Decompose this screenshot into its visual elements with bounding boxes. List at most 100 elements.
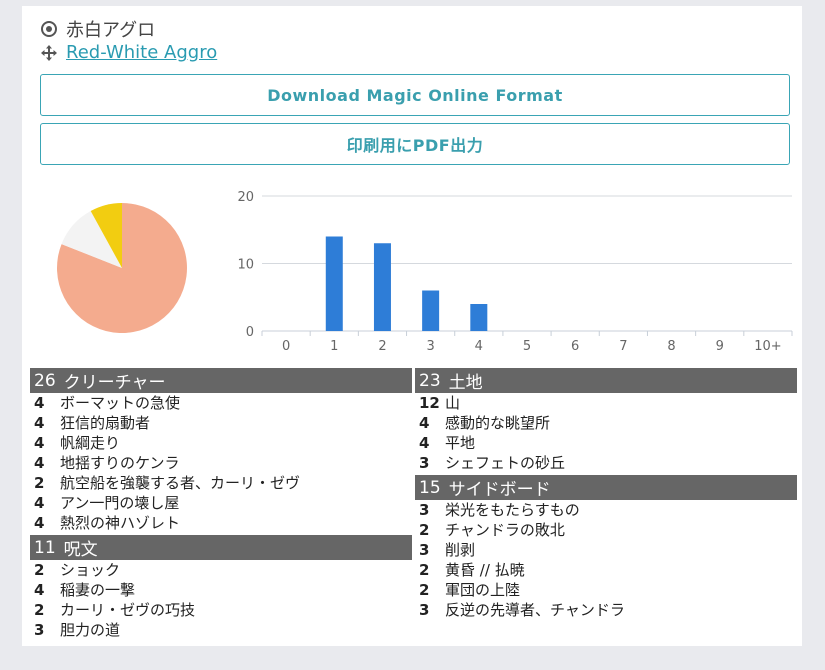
section-header-creatures: 26 クリーチャー: [30, 368, 412, 393]
card-row[interactable]: 2 チャンドラの敗北: [415, 520, 797, 540]
right-column: 23 土地 12 山 4 感動的な眺望所 4 平地 3 シェフェトの砂丘 15 サイドボード …: [415, 368, 797, 620]
card-quantity: 3: [34, 621, 45, 639]
card-quantity: 4: [34, 394, 45, 412]
card-row[interactable]: 4 稲妻の一撃: [30, 580, 412, 600]
card-quantity: 2: [419, 521, 430, 539]
x-tick-label: 4: [475, 339, 483, 352]
card-quantity: 4: [34, 494, 45, 512]
card-row[interactable]: 4 ボーマットの急使: [30, 393, 412, 413]
deck-link-row: Red-White Aggro: [40, 42, 217, 63]
mana-curve-chart: 0 10 20 0 1 2 3 4 5 6 7 8 9 10+: [237, 190, 793, 352]
card-name: カーリ・ゼヴの巧技: [60, 601, 196, 619]
x-tick-label: 8: [667, 339, 675, 352]
card-row[interactable]: 2 航空船を強襲する者、カーリ・ゼヴ: [30, 473, 412, 493]
x-tick-label: 2: [378, 339, 386, 352]
card-quantity: 3: [419, 454, 430, 472]
card-row[interactable]: 4 平地: [415, 433, 797, 453]
x-tick-label: 10+: [754, 339, 781, 352]
section-header-lands: 23 土地: [415, 368, 797, 393]
card-quantity: 4: [34, 414, 45, 432]
bar-cmc-2: [373, 243, 391, 331]
card-quantity: 4: [34, 454, 45, 472]
card-row[interactable]: 3 反逆の先導者、チャンドラ: [415, 600, 797, 620]
card-name: 反逆の先導者、チャンドラ: [445, 601, 625, 619]
section-header-sideboard: 15 サイドボード: [415, 475, 797, 500]
card-row[interactable]: 3 栄光をもたらすもの: [415, 500, 797, 520]
x-tick-label: 9: [716, 339, 724, 352]
card-name: 帆綱走り: [60, 434, 121, 452]
left-column: 26 クリーチャー 4 ボーマットの急使 4 狂信的扇動者 4 帆綱走り 4 地揺すりのケンラ…: [30, 368, 412, 640]
card-quantity: 2: [34, 474, 45, 492]
card-row[interactable]: 3 胆力の道: [30, 620, 412, 640]
card-quantity: 3: [419, 541, 430, 559]
card-name: アン一門の壊し屋: [60, 494, 180, 512]
card-quantity: 2: [419, 581, 430, 599]
card-name: 狂信的扇動者: [60, 414, 151, 432]
card-row[interactable]: 2 カーリ・ゼヴの巧技: [30, 600, 412, 620]
creature-list: 4 ボーマットの急使 4 狂信的扇動者 4 帆綱走り 4 地揺すりのケンラ 2 航空船を強襲する者…: [30, 393, 412, 533]
card-name: ショック: [60, 561, 121, 579]
card-quantity: 2: [34, 601, 45, 619]
card-quantity: 4: [419, 414, 430, 432]
x-tick-label: 5: [523, 339, 531, 352]
card-row[interactable]: 3 シェフェトの砂丘: [415, 453, 797, 473]
card-row[interactable]: 4 帆綱走り: [30, 433, 412, 453]
card-quantity: 3: [419, 501, 430, 519]
deck-name-en-link[interactable]: Red-White Aggro: [66, 42, 217, 63]
x-tick-label: 6: [571, 339, 579, 352]
card-quantity: 4: [419, 434, 430, 452]
sideboard-list: 3 栄光をもたらすもの 2 チャンドラの敗北 3 削剥 2 黄昏 // 払暁 2 軍団の上陸 3 反逆…: [415, 500, 797, 620]
card-name: 軍団の上陸: [445, 581, 521, 599]
card-name: 黄昏 // 払暁: [445, 561, 525, 579]
card-quantity: 3: [419, 601, 430, 619]
card-name: ボーマットの急使: [60, 394, 181, 412]
card-row[interactable]: 4 アン一門の壊し屋: [30, 493, 412, 513]
card-row[interactable]: 3 削剥: [415, 540, 797, 560]
card-row[interactable]: 4 熱烈の神ハゾレト: [30, 513, 412, 533]
bar-cmc-3: [422, 290, 440, 331]
move-arrows-icon: [40, 44, 58, 62]
y-tick-label: 0: [246, 325, 254, 340]
card-name: シェフェトの砂丘: [445, 454, 566, 472]
card-row[interactable]: 2 黄昏 // 払暁: [415, 560, 797, 580]
deck-card: 赤白アグロ Red-White Aggro Download Magic Onl…: [22, 6, 802, 646]
spell-list: 2 ショック 4 稲妻の一撃 2 カーリ・ゼヴの巧技 3 胆力の道: [30, 560, 412, 640]
color-pie-chart: [57, 203, 187, 333]
y-tick-label: 10: [237, 258, 254, 273]
card-name: 胆力の道: [60, 621, 121, 639]
card-name: 航空船を強襲する者、カーリ・ゼヴ: [60, 474, 301, 492]
card-row[interactable]: 4 狂信的扇動者: [30, 413, 412, 433]
card-quantity: 12: [419, 394, 440, 412]
bar-cmc-4: [470, 304, 488, 331]
card-row[interactable]: 12 山: [415, 393, 797, 413]
card-quantity: 4: [34, 514, 45, 532]
card-name: 熱烈の神ハゾレト: [60, 514, 181, 532]
card-name: 感動的な眺望所: [445, 414, 551, 432]
card-row[interactable]: 2 ショック: [30, 560, 412, 580]
card-name: 栄光をもたらすもの: [445, 501, 580, 519]
card-row[interactable]: 2 軍団の上陸: [415, 580, 797, 600]
y-tick-label: 20: [237, 190, 254, 205]
card-quantity: 2: [419, 561, 430, 579]
bar-cmc-1: [325, 236, 343, 331]
card-name: 平地: [445, 434, 476, 452]
card-name: 地揺すりのケンラ: [60, 454, 180, 472]
radio-target-icon: [40, 20, 58, 38]
card-row[interactable]: 4 地揺すりのケンラ: [30, 453, 412, 473]
deck-name-jp: 赤白アグロ: [66, 20, 156, 41]
section-header-spells: 11 呪文: [30, 535, 412, 560]
deck-title-row: 赤白アグロ: [40, 16, 155, 42]
card-name: 山: [445, 394, 461, 412]
card-name: 削剥: [445, 541, 476, 559]
print-pdf-button[interactable]: 印刷用にPDF出力: [40, 123, 790, 165]
card-row[interactable]: 4 感動的な眺望所: [415, 413, 797, 433]
x-tick-label: 1: [330, 339, 338, 352]
card-name: 稲妻の一撃: [60, 581, 136, 599]
x-tick-label: 3: [426, 339, 434, 352]
card-quantity: 4: [34, 434, 45, 452]
land-list: 12 山 4 感動的な眺望所 4 平地 3 シェフェトの砂丘: [415, 393, 797, 473]
card-quantity: 4: [34, 581, 45, 599]
x-tick-label: 0: [282, 339, 290, 352]
card-quantity: 2: [34, 561, 45, 579]
download-mtgo-button[interactable]: Download Magic Online Format: [40, 74, 790, 116]
